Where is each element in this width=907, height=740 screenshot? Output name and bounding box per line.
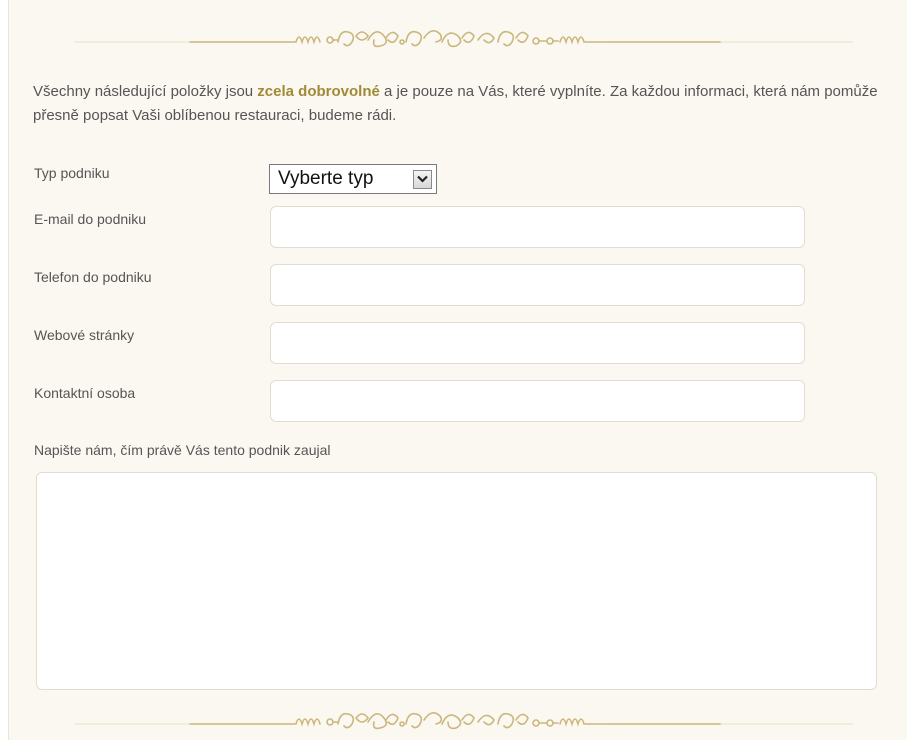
type-select[interactable]: Vyberte typ	[269, 164, 437, 194]
phone-label: Telefon do podniku	[34, 269, 152, 285]
intro-text: Všechny následující položky jsou zcela d…	[33, 80, 883, 128]
message-label: Napište nám, čím právě Vás tento podnik …	[34, 442, 331, 458]
email-label: E-mail do podniku	[34, 211, 147, 227]
phone-field[interactable]	[270, 264, 805, 306]
intro-text-before: Všechny následující položky jsou	[33, 83, 258, 100]
contact-label: Kontaktní osoba	[34, 385, 136, 401]
intro-emphasis: zcela dobrovolné	[257, 83, 380, 100]
bottom-ornament-divider	[74, 712, 853, 730]
web-label: Webové stránky	[34, 327, 135, 343]
contact-field[interactable]	[270, 380, 805, 422]
chevron-down-icon[interactable]	[413, 169, 432, 189]
email-field[interactable]	[270, 206, 805, 248]
message-textarea[interactable]	[36, 472, 877, 690]
web-field[interactable]	[270, 322, 805, 364]
top-ornament-divider	[74, 30, 853, 48]
type-select-value: Vyberte typ	[278, 168, 374, 189]
type-label: Typ podniku	[34, 165, 110, 181]
